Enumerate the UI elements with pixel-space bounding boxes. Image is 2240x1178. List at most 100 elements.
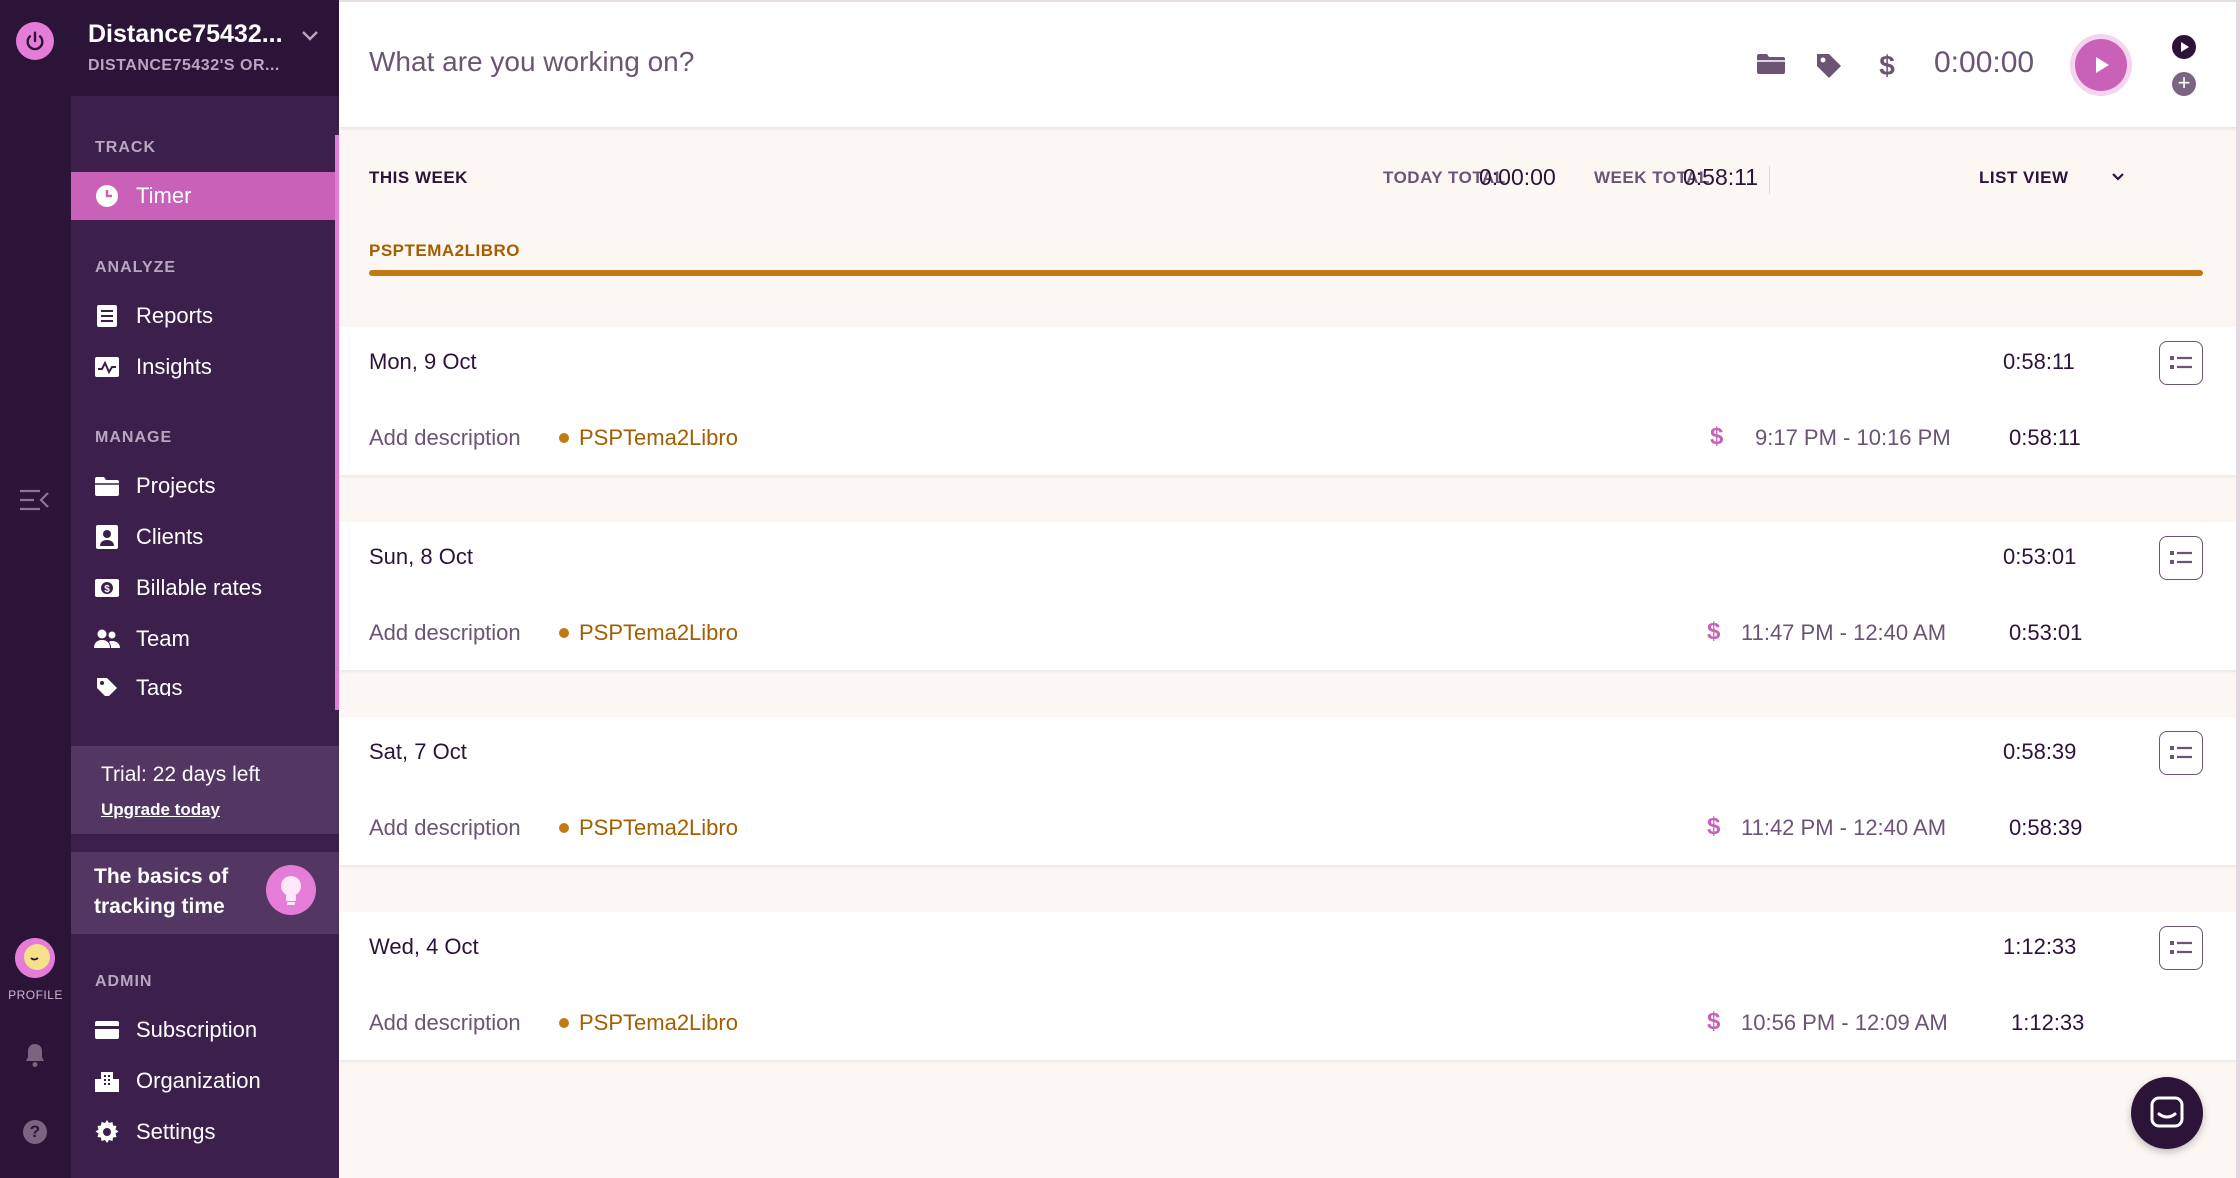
bulk-edit-button[interactable] bbox=[2159, 731, 2203, 775]
day-date: Mon, 9 Oct bbox=[369, 349, 477, 374]
project-name: PSPTema2Libro bbox=[579, 620, 738, 645]
sidebar-item-reports[interactable]: Reports bbox=[71, 292, 339, 340]
add-description[interactable]: Add description bbox=[369, 1010, 521, 1036]
time-range[interactable]: 11:47 PM - 12:40 AM bbox=[1741, 620, 1946, 646]
project-bar[interactable] bbox=[369, 270, 2203, 276]
sidebar-item-label: Organization bbox=[136, 1068, 261, 1093]
project-dot bbox=[559, 823, 569, 833]
bulk-edit-button[interactable] bbox=[2159, 341, 2203, 385]
project-name: PSPTema2Libro bbox=[579, 815, 738, 840]
day-group: Mon, 9 Oct 0:58:11 Add description PSPTe… bbox=[339, 327, 2240, 475]
add-description[interactable]: Add description bbox=[369, 425, 521, 451]
entry-duration[interactable]: 0:58:11 bbox=[2009, 425, 2081, 451]
add-description[interactable]: Add description bbox=[369, 815, 521, 841]
start-timer-button[interactable] bbox=[2070, 34, 2132, 96]
upgrade-link[interactable]: Upgrade today bbox=[101, 800, 220, 820]
svg-text:$: $ bbox=[104, 584, 110, 595]
sidebar-item-organization[interactable]: Organization bbox=[71, 1057, 339, 1105]
sidebar-item-label: Team bbox=[136, 626, 190, 651]
project-tag[interactable]: PSPTema2Libro bbox=[559, 815, 738, 841]
today-total-value: 0:00:00 bbox=[1479, 164, 1556, 190]
tag-icon bbox=[94, 675, 120, 696]
profile-label: PROFILE bbox=[8, 988, 63, 1002]
client-icon bbox=[94, 524, 120, 550]
billable-icon[interactable]: $ bbox=[1707, 1008, 1720, 1036]
sidebar-item-settings[interactable]: Settings bbox=[71, 1108, 339, 1156]
sidebar-item-billable-rates[interactable]: $ Billable rates bbox=[71, 564, 339, 612]
day-total: 1:12:33 bbox=[2003, 934, 2077, 959]
entry-duration[interactable]: 0:58:39 bbox=[2009, 815, 2082, 841]
time-range[interactable]: 11:42 PM - 12:40 AM bbox=[1741, 815, 1946, 841]
billable-icon[interactable]: $ bbox=[1710, 423, 1723, 451]
sidebar-item-projects[interactable]: Projects bbox=[71, 462, 339, 510]
app-rail: PROFILE ? bbox=[0, 0, 71, 1178]
entry-duration[interactable]: 1:12:33 bbox=[2011, 1010, 2084, 1036]
folder-icon bbox=[94, 473, 120, 499]
project-tag[interactable]: PSPTema2Libro bbox=[559, 425, 738, 451]
sidebar-item-timer[interactable]: Timer bbox=[71, 172, 335, 220]
project-name: PSPTema2Libro bbox=[579, 425, 738, 450]
description-input[interactable]: What are you working on? bbox=[369, 46, 694, 78]
day-date: Wed, 4 Oct bbox=[369, 934, 479, 959]
bulk-edit-button[interactable] bbox=[2159, 536, 2203, 580]
billable-icon[interactable]: $ bbox=[1707, 813, 1720, 841]
time-range[interactable]: 10:56 PM - 12:09 AM bbox=[1741, 1010, 1948, 1036]
timer-mode-icon[interactable] bbox=[2172, 35, 2196, 59]
tag-icon[interactable] bbox=[1815, 52, 1843, 80]
billable-rates-icon: $ bbox=[94, 575, 120, 601]
sidebar: Distance75432... DISTANCE75432'S OR... T… bbox=[71, 0, 339, 1178]
day-total: 0:58:39 bbox=[2003, 739, 2077, 764]
entry-duration[interactable]: 0:53:01 bbox=[2009, 620, 2082, 646]
sidebar-item-insights[interactable]: Insights bbox=[71, 343, 339, 391]
manual-mode-icon[interactable]: + bbox=[2172, 72, 2196, 96]
sidebar-item-label: Subscription bbox=[136, 1017, 258, 1042]
insights-icon bbox=[94, 354, 120, 380]
collapse-sidebar-icon[interactable] bbox=[18, 487, 50, 513]
help-icon[interactable]: ? bbox=[23, 1120, 47, 1144]
sidebar-item-label: Projects bbox=[136, 473, 216, 498]
basics-card[interactable]: The basics of tracking time bbox=[71, 852, 339, 934]
bulk-edit-button[interactable] bbox=[2159, 926, 2203, 970]
view-selector[interactable]: LIST VIEW bbox=[1979, 168, 2069, 188]
list-icon bbox=[2170, 356, 2192, 369]
credit-card-icon bbox=[94, 1017, 120, 1043]
day-group: Sun, 8 Oct 0:53:01 Add description PSPTe… bbox=[339, 522, 2240, 670]
timer-display: 0:00:00 bbox=[1934, 46, 2035, 79]
chevron-down-icon[interactable] bbox=[2109, 168, 2127, 186]
workspace-switcher[interactable]: Distance75432... DISTANCE75432'S OR... bbox=[71, 0, 339, 96]
sidebar-item-label: Tags bbox=[136, 675, 183, 696]
project-tag[interactable]: PSPTema2Libro bbox=[559, 620, 738, 646]
week-total-value: 0:58:11 bbox=[1683, 164, 1759, 190]
day-group: Wed, 4 Oct 1:12:33 Add description PSPTe… bbox=[339, 912, 2240, 1060]
list-icon bbox=[2170, 941, 2192, 954]
sidebar-item-team[interactable]: Team bbox=[71, 615, 339, 663]
avatar[interactable] bbox=[15, 938, 55, 978]
sidebar-item-label: Clients bbox=[136, 524, 204, 549]
sidebar-item-subscription[interactable]: Subscription bbox=[71, 1006, 339, 1054]
section-track: TRACK bbox=[95, 139, 156, 156]
power-icon[interactable] bbox=[16, 22, 54, 60]
folder-icon[interactable] bbox=[1757, 52, 1785, 80]
dollar-icon[interactable]: $ bbox=[1877, 50, 1905, 81]
summary-divider bbox=[1769, 166, 1770, 194]
day-total: 0:53:01 bbox=[2003, 544, 2077, 569]
day-total: 0:58:11 bbox=[2003, 349, 2075, 374]
sidebar-item-clients[interactable]: Clients bbox=[71, 513, 339, 561]
sidebar-item-label: Insights bbox=[136, 354, 212, 379]
chevron-down-icon[interactable] bbox=[299, 24, 321, 46]
this-week-label: THIS WEEK bbox=[369, 168, 468, 187]
section-admin: ADMIN bbox=[95, 973, 153, 990]
billable-icon[interactable]: $ bbox=[1707, 618, 1720, 646]
bell-icon[interactable] bbox=[23, 1042, 47, 1068]
section-analyze: ANALYZE bbox=[95, 259, 177, 276]
chat-button[interactable] bbox=[2131, 1077, 2203, 1149]
project-tag[interactable]: PSPTema2Libro bbox=[559, 1010, 738, 1036]
project-name: PSPTema2Libro bbox=[579, 1010, 738, 1035]
add-description[interactable]: Add description bbox=[369, 620, 521, 646]
sidebar-item-tags[interactable]: Tags bbox=[71, 666, 339, 696]
list-icon bbox=[2170, 551, 2192, 564]
project-dot bbox=[559, 1018, 569, 1028]
list-icon bbox=[2170, 746, 2192, 759]
time-range[interactable]: 9:17 PM - 10:16 PM bbox=[1755, 425, 1951, 451]
workspace-name: Distance75432... bbox=[88, 20, 283, 48]
